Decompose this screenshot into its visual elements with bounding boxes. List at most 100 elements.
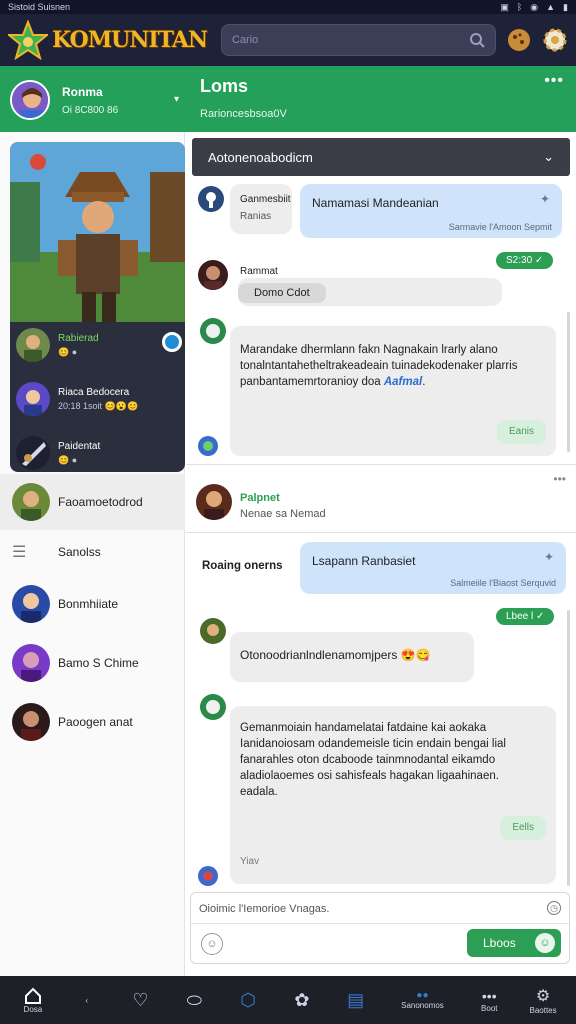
status-text: Sistoid Suisnen — [8, 2, 71, 12]
top-bar: KOMUNITAN Cario — [0, 14, 576, 66]
friend-name: Rabierad — [58, 332, 99, 344]
friend-name: Riaca Bedocera — [58, 386, 130, 398]
sidebar: Rabierad 😊 ● Riaca Bedocera 20:18 1soit … — [0, 132, 185, 976]
message-bubble: Lsapann Ranbasiet Salmeiile l'Biaost Ser… — [300, 542, 566, 594]
sender-name: Rammat — [240, 266, 278, 277]
friend-row[interactable]: Paidentat 😊 ● — [16, 436, 100, 470]
sidebar-item-label: Paoogen anat — [58, 715, 133, 729]
heart-icon: ♡ — [132, 989, 149, 1010]
send-button[interactable]: Lboos ☺ — [467, 929, 561, 957]
message-line: aladiolaoemes osi sahisfeals hagakan lig… — [240, 770, 499, 782]
gear-icon[interactable] — [542, 25, 568, 55]
message-line: tonalntantahetheltrakeadeain tuinadekode… — [240, 360, 518, 372]
message-text: Lsapann Ranbasiet — [312, 554, 416, 568]
chevron-icon: ‹ — [85, 995, 89, 1005]
star-logo-icon — [6, 19, 50, 61]
nav-settings[interactable]: ⚙ Baottes — [521, 980, 565, 1020]
pin-icon: ✦ — [539, 192, 550, 206]
status-badge: S2:30 ✓ — [496, 252, 554, 269]
message-time: Sarmavie l'Amoon Sepmit — [448, 222, 552, 232]
sender-label: Roaing onerns — [202, 560, 283, 572]
message-line: Ianidanoiosam odandemeisle ticin endain … — [240, 738, 506, 750]
nav-home[interactable]: Dosa — [11, 980, 55, 1020]
message-line: panbantamemrtoranioy doa — [240, 376, 384, 388]
message-input[interactable]: Oioimic l'Iemorioe Vnagas. — [199, 903, 330, 915]
pin-icon: ✦ — [543, 550, 554, 564]
more-icon[interactable]: ••• — [553, 472, 566, 486]
nav-chat[interactable]: ▤ — [334, 980, 378, 1020]
reply-button[interactable]: Eanis — [496, 420, 546, 444]
scrollbar[interactable] — [567, 610, 570, 886]
avatar — [16, 328, 50, 362]
search-input[interactable]: Cario — [220, 24, 496, 56]
nav-games[interactable]: ✿ — [280, 980, 324, 1020]
sender-name: Palpnet — [240, 492, 280, 504]
search-icon[interactable] — [469, 32, 485, 48]
message-time: Salmeiile l'Biaost Serquvid — [450, 578, 556, 588]
sidebar-item-4[interactable]: Bamo S Chime — [0, 635, 185, 691]
wifi-icon: ◉ — [530, 1, 539, 12]
emoji-icon[interactable]: ☺ — [201, 933, 223, 955]
sender-sub: Nenae sa Nemad — [240, 508, 326, 520]
avatar — [200, 618, 226, 644]
more-icon[interactable]: ••• — [544, 72, 564, 90]
message-bubble: Namamasi Mandeanian Sarmavie l'Amoon Sep… — [300, 184, 562, 238]
divider — [186, 532, 576, 533]
menu-icon: ☰ — [12, 544, 27, 561]
chat-icon: ▤ — [347, 989, 365, 1010]
image-icon: ▣ — [500, 1, 509, 12]
nav-pill[interactable]: ⬭ — [172, 980, 216, 1020]
section-header[interactable]: Aotonenoabodicm ⌄ — [192, 138, 570, 176]
message-bubble: Ganmesbiit Ranias — [230, 184, 292, 234]
friend-row[interactable]: Rabierad 😊 ● — [16, 328, 182, 362]
nav-profile[interactable]: ●● Sanonomos — [387, 980, 457, 1020]
battery-icon: ▮ — [563, 1, 568, 12]
reply-button[interactable]: Eells — [500, 816, 546, 840]
gear-icon: ⚙ — [535, 987, 551, 1005]
bluetooth-icon: ᛒ — [516, 1, 523, 12]
avatar — [12, 703, 50, 741]
nav-label: Dosa — [23, 1004, 43, 1014]
message-link[interactable]: Aafmal — [384, 376, 422, 388]
avatar — [200, 694, 226, 720]
message-suffix: . — [422, 376, 426, 388]
emoji-icon: 😊 ● — [58, 454, 78, 465]
search-placeholder: Cario — [231, 34, 259, 46]
app-logo: KOMUNITAN — [52, 27, 208, 53]
sidebar-item-5[interactable]: Paoogen anat — [0, 694, 185, 750]
profile-icon: ●● — [416, 990, 429, 1001]
avatar — [12, 483, 50, 521]
message-line: Gemanmoiain handamelatai fatdaine kai ao… — [240, 722, 487, 734]
send-label: Lboos — [483, 936, 516, 950]
cookie-icon[interactable] — [506, 25, 532, 55]
divider — [191, 923, 569, 924]
scrollbar[interactable] — [567, 312, 570, 452]
message-composer: Oioimic l'Iemorioe Vnagas. ◷ ☺ Lboos ☺ — [190, 892, 570, 964]
game-card[interactable]: Rabierad 😊 ● Riaca Bedocera 20:18 1soit … — [10, 142, 185, 472]
user-name: Ronma — [62, 84, 103, 99]
message-bubble: Otonoodrianlndlenamomjpers 😍😋 — [230, 632, 474, 682]
message-line: Marandake dhermlann fakn Nagnakain lrarl… — [240, 344, 498, 356]
pill-icon: ⬭ — [186, 989, 202, 1010]
nav-label: Boot — [481, 1003, 498, 1013]
chevron-down-icon[interactable]: ⌄ — [543, 149, 554, 165]
clock-icon[interactable]: ◷ — [547, 901, 561, 915]
nav-back[interactable]: ‹ — [65, 980, 109, 1020]
sidebar-item-2[interactable]: ☰ Sanolss — [0, 524, 185, 580]
channel-header: Ronma Oi 8C800 86 ▾ Loms Rarioncesbsoa0V… — [0, 66, 576, 132]
current-user[interactable]: Ronma Oi 8C800 86 — [10, 80, 118, 120]
chevron-down-icon[interactable]: ▾ — [174, 94, 179, 105]
sidebar-item-label: Faoamoetodrod — [58, 495, 143, 509]
online-badge — [162, 332, 182, 352]
sidebar-item-3[interactable]: Bonmhiiate — [0, 576, 185, 632]
nav-shield[interactable]: ⬡ — [226, 980, 270, 1020]
sidebar-item-1[interactable]: Faoamoetodrod — [0, 474, 185, 530]
game-character-image — [10, 142, 185, 322]
message-bubble: Marandake dhermlann fakn Nagnakain lrarl… — [230, 326, 556, 456]
nav-more[interactable]: ••• Boot — [467, 980, 511, 1020]
message-line: eadala. — [240, 786, 278, 798]
friend-row[interactable]: Riaca Bedocera 20:18 1soit 😊😮😊 — [16, 382, 138, 416]
nav-heart[interactable]: ♡ — [118, 980, 162, 1020]
avatar — [198, 436, 218, 456]
nav-label: Sanonomos — [401, 1001, 444, 1010]
